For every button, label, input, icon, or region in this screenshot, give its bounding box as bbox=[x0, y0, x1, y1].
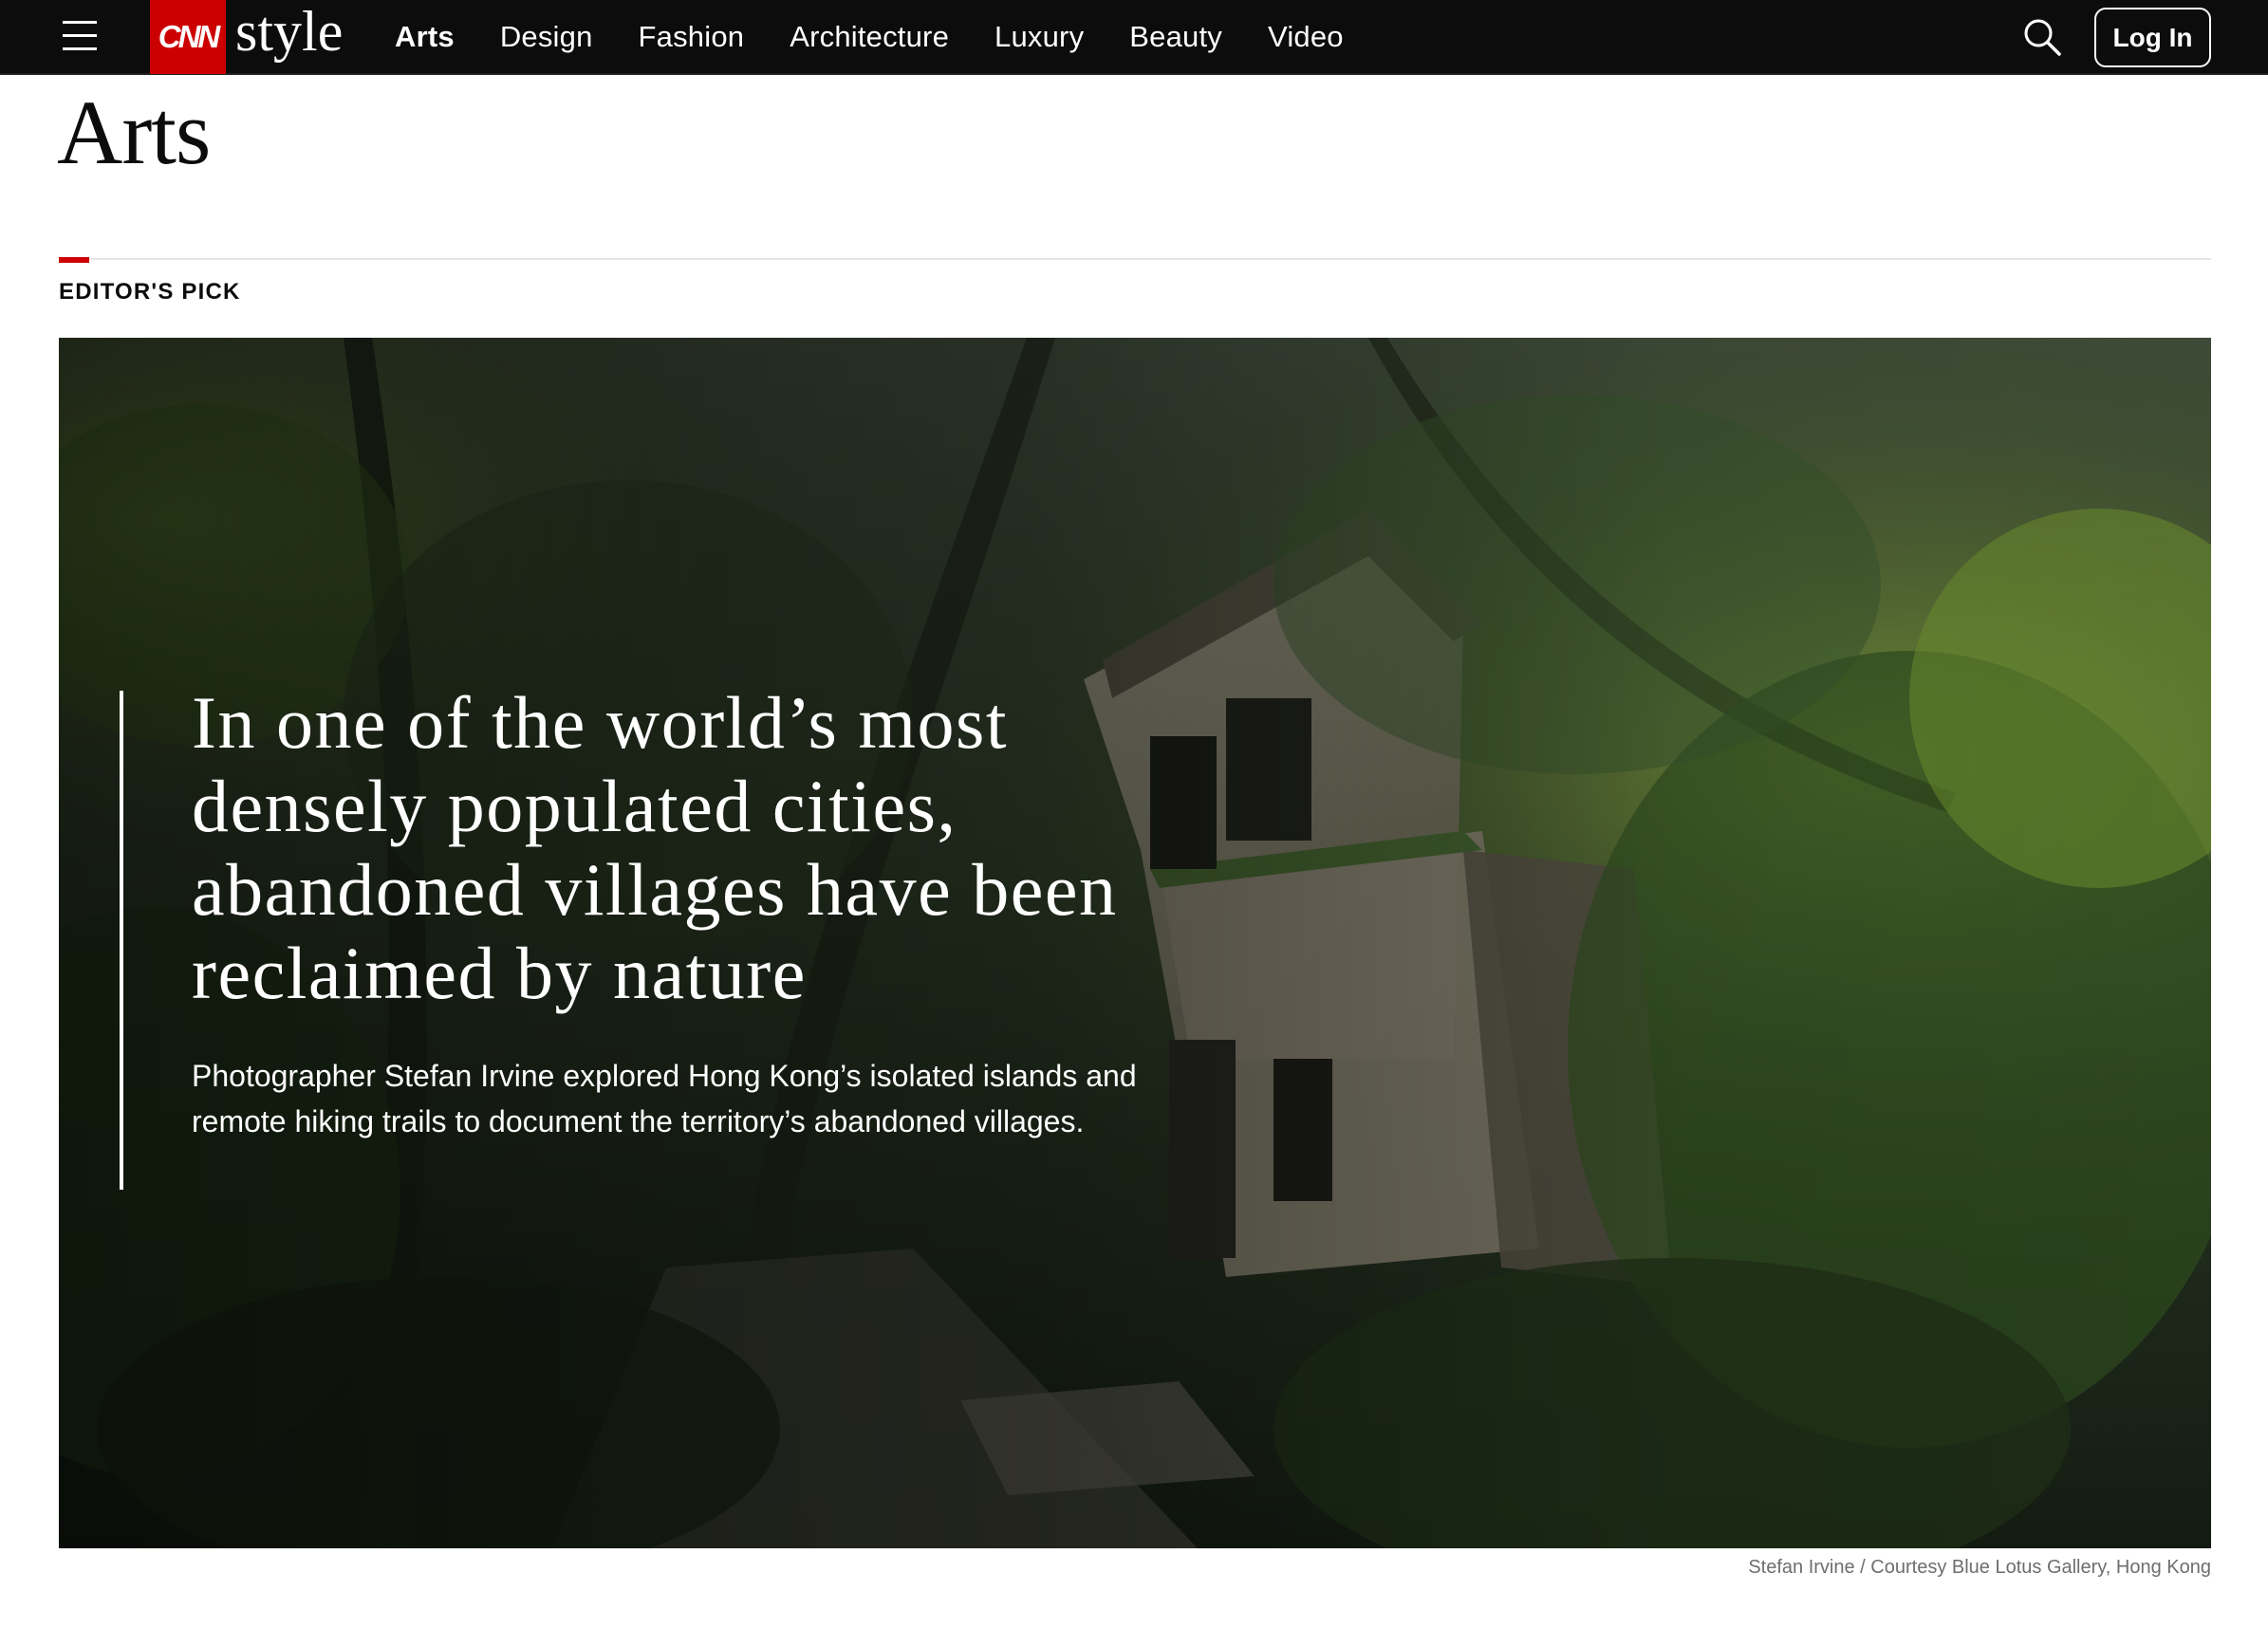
hero-dek: Photographer Stefan Irvine explored Hong… bbox=[192, 1059, 1137, 1138]
login-button[interactable]: Log In bbox=[2094, 8, 2211, 67]
style-wordmark: style bbox=[235, 0, 344, 63]
section-divider-accent bbox=[59, 257, 89, 263]
hamburger-line bbox=[63, 21, 97, 24]
hamburger-icon[interactable] bbox=[63, 19, 101, 51]
hero-headline[interactable]: In one of the world’s most densely popul… bbox=[192, 681, 1236, 1015]
section-label: EDITOR'S PICK bbox=[59, 279, 241, 305]
cnn-logo-mark: CNN bbox=[150, 0, 226, 74]
nav-link-design[interactable]: Design bbox=[500, 20, 593, 54]
nav-link-arts[interactable]: Arts bbox=[395, 20, 455, 54]
nav-link-beauty[interactable]: Beauty bbox=[1129, 20, 1222, 54]
cnn-style-logo[interactable]: CNN style bbox=[150, 0, 343, 74]
search-icon[interactable] bbox=[2021, 16, 2063, 58]
hamburger-line bbox=[63, 47, 97, 50]
nav-link-fashion[interactable]: Fashion bbox=[639, 20, 745, 54]
hamburger-line bbox=[63, 34, 97, 37]
nav-link-video[interactable]: Video bbox=[1268, 20, 1344, 54]
hero-accent-bar bbox=[120, 691, 123, 1190]
search-icon-graphic bbox=[2024, 19, 2061, 56]
section-divider bbox=[59, 258, 2211, 260]
nav-link-architecture[interactable]: Architecture bbox=[790, 20, 949, 54]
page-title: Arts bbox=[57, 82, 211, 183]
image-credit: Stefan Irvine / Courtesy Blue Lotus Gall… bbox=[1748, 1557, 2211, 1578]
top-nav: CNN style Arts Design Fashion Architectu… bbox=[0, 0, 2268, 75]
section-nav: Arts Design Fashion Architecture Luxury … bbox=[395, 0, 1389, 74]
hero-feature-card[interactable]: In one of the world’s most densely popul… bbox=[59, 338, 2211, 1548]
nav-link-luxury[interactable]: Luxury bbox=[995, 20, 1084, 54]
